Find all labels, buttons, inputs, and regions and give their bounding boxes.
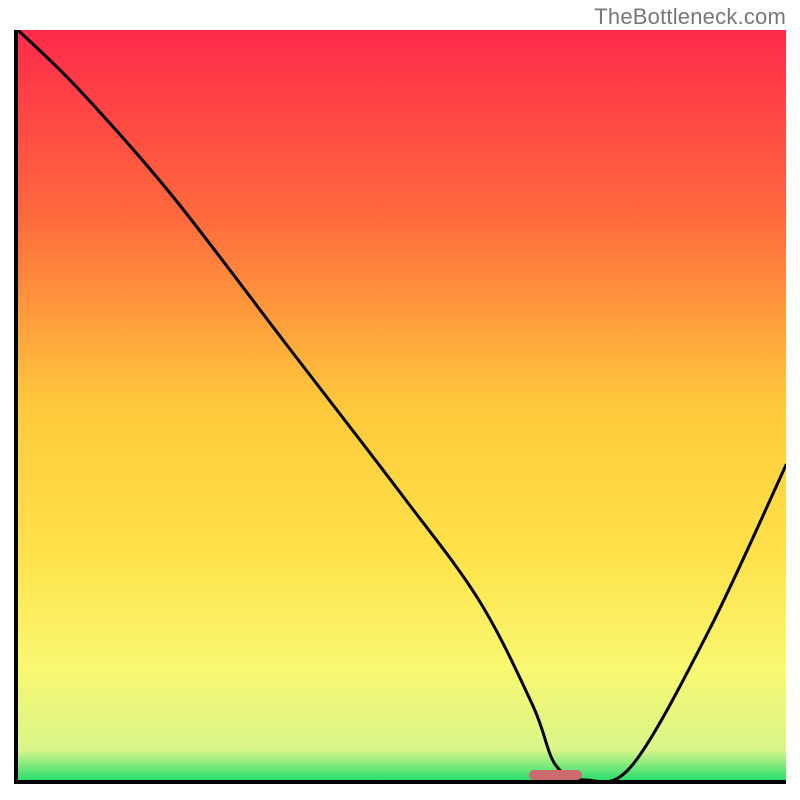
watermark-text: TheBottleneck.com	[594, 4, 786, 30]
bg-rect	[18, 30, 786, 780]
gradient-background	[18, 30, 786, 780]
optimal-marker	[529, 770, 583, 780]
plot-area	[14, 30, 786, 784]
chart-container: TheBottleneck.com	[0, 0, 800, 800]
